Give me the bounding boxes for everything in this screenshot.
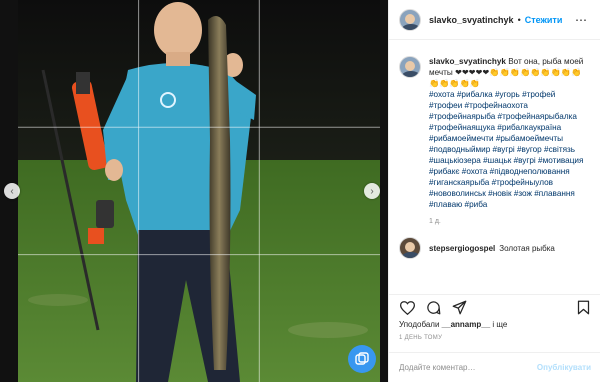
bookmark-icon[interactable] xyxy=(575,300,591,316)
prev-arrow-icon[interactable]: ‹ xyxy=(4,183,20,199)
caption-hashtags[interactable]: #охота #рибалка #угорь #трофей #трофеи #… xyxy=(429,90,583,209)
share-icon[interactable] xyxy=(451,300,467,316)
add-comment-bar: Додайте коментар… Опублікувати xyxy=(389,352,600,382)
likes-user[interactable]: __annamp__ xyxy=(442,320,490,329)
comment-username[interactable]: stepsergiogospel xyxy=(429,244,495,253)
avatar[interactable] xyxy=(399,8,421,31)
heart-icon[interactable] xyxy=(399,300,415,316)
caption-time: 1 д. xyxy=(429,218,441,225)
comment-avatar[interactable] xyxy=(399,237,421,259)
crop-tool-button[interactable] xyxy=(348,345,376,373)
caption-avatar[interactable] xyxy=(399,56,421,78)
likes-prefix: Уподобали xyxy=(399,320,440,329)
post-header: slavko_svyatinchyk • Стежити ⋯ xyxy=(389,0,600,40)
post-sidebar: slavko_svyatinchyk • Стежити ⋯ slavko_sv… xyxy=(388,0,600,382)
caption: slavko_svyatinchyk Вот она, рыба моей ме… xyxy=(399,56,591,210)
next-arrow-icon[interactable]: › xyxy=(364,183,380,199)
action-bar xyxy=(389,294,600,320)
caption-username[interactable]: slavko_svyatinchyk xyxy=(429,57,506,66)
post-timestamp[interactable]: 1 ДЕНЬ ТОМУ xyxy=(399,335,442,341)
list-item: stepsergiogospel Золотая рыбка xyxy=(399,237,591,259)
comment-icon[interactable] xyxy=(425,300,441,316)
more-options-icon[interactable]: ⋯ xyxy=(575,13,588,27)
separator-dot: • xyxy=(517,14,521,25)
comment-text: Золотая рыбка xyxy=(499,243,555,253)
photo-illustration xyxy=(18,0,380,382)
follow-button[interactable]: Стежити xyxy=(525,15,563,25)
post-media: ‹ › xyxy=(0,0,388,382)
caption-text-block: slavko_svyatinchyk Вот она, рыба моей ме… xyxy=(429,56,589,210)
post-photo[interactable] xyxy=(18,0,380,382)
header-username[interactable]: slavko_svyatinchyk xyxy=(429,15,514,25)
likes-summary: Уподобали __annamp__ і ще xyxy=(399,320,507,329)
likes-suffix[interactable]: і ще xyxy=(492,320,507,329)
comments-list[interactable]: slavko_svyatinchyk Вот она, рыба моей ме… xyxy=(389,44,600,294)
post-modal: ‹ › slavko_svyatinchyk • Стежити ⋯ slavk… xyxy=(0,0,600,382)
publish-button[interactable]: Опублікувати xyxy=(537,363,591,372)
copy-icon xyxy=(355,352,369,365)
comment-input[interactable]: Додайте коментар… xyxy=(399,363,476,372)
